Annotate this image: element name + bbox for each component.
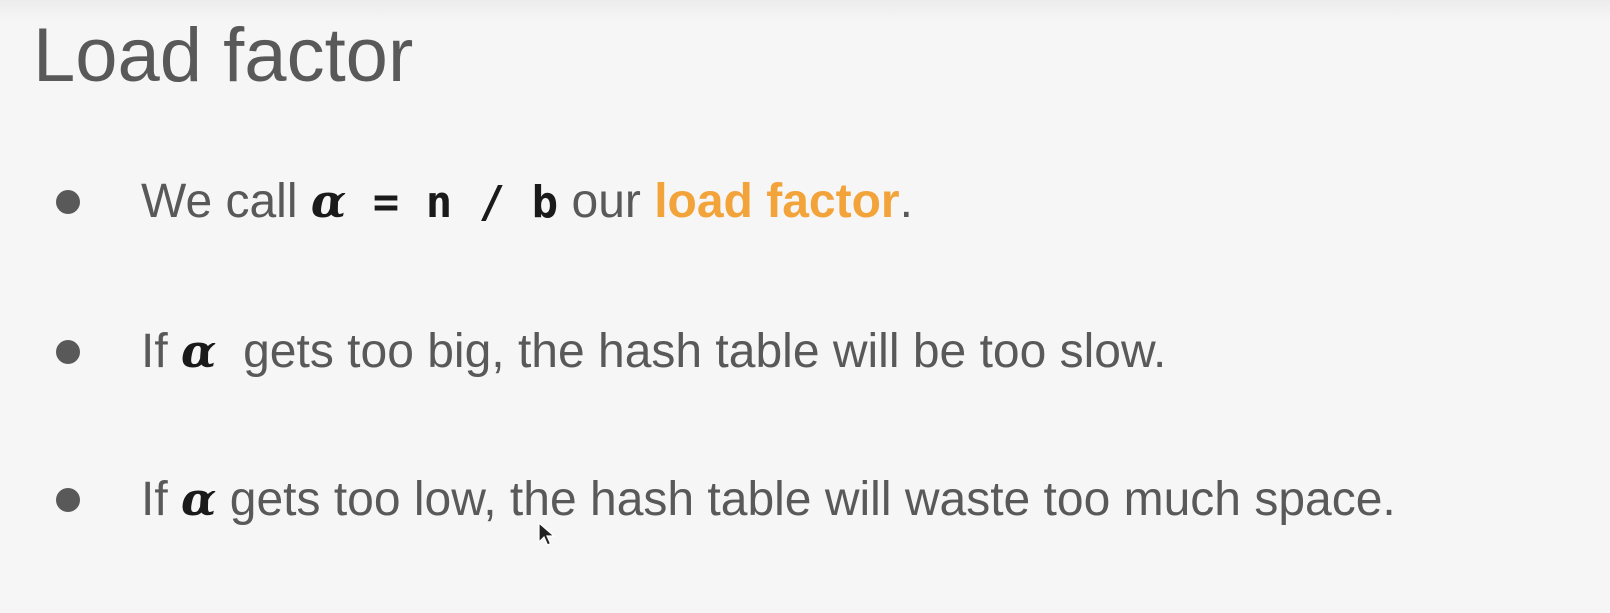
bullet-text: If α gets too big, the hash table will b… xyxy=(141,316,1166,387)
slide: Load factor We call α = n / b our load f… xyxy=(0,0,1610,613)
bullet-dot-icon xyxy=(56,190,80,214)
mouse-pointer-icon xyxy=(538,522,556,546)
bullet-text: We call α = n / b our load factor. xyxy=(141,166,913,238)
bullet-dot-icon xyxy=(56,340,80,364)
highlighted-term: load factor xyxy=(654,175,900,228)
slide-title: Load factor xyxy=(33,13,414,98)
text-suffix: . xyxy=(899,175,913,228)
alpha-symbol: α xyxy=(310,174,347,228)
bullet-item-too-low: If α gets too low, the hash table will w… xyxy=(0,464,1600,534)
text-prefix: If xyxy=(141,325,182,378)
bullet-text: If α gets too low, the hash table will w… xyxy=(141,464,1396,535)
text-prefix: If xyxy=(141,473,182,526)
bullet-item-definition: We call α = n / b our load factor. xyxy=(0,166,1600,236)
text-prefix: We call xyxy=(141,175,311,228)
formula: = n / b xyxy=(346,177,559,228)
text-middle: our xyxy=(558,175,655,228)
text-suffix: gets too low, the hash table will waste … xyxy=(216,473,1396,526)
bullet-item-too-big: If α gets too big, the hash table will b… xyxy=(0,316,1600,386)
alpha-symbol: α xyxy=(181,472,217,526)
text-suffix: gets too big, the hash table will be too… xyxy=(216,325,1167,378)
bullet-dot-icon xyxy=(56,488,80,512)
alpha-symbol: α xyxy=(181,324,217,378)
